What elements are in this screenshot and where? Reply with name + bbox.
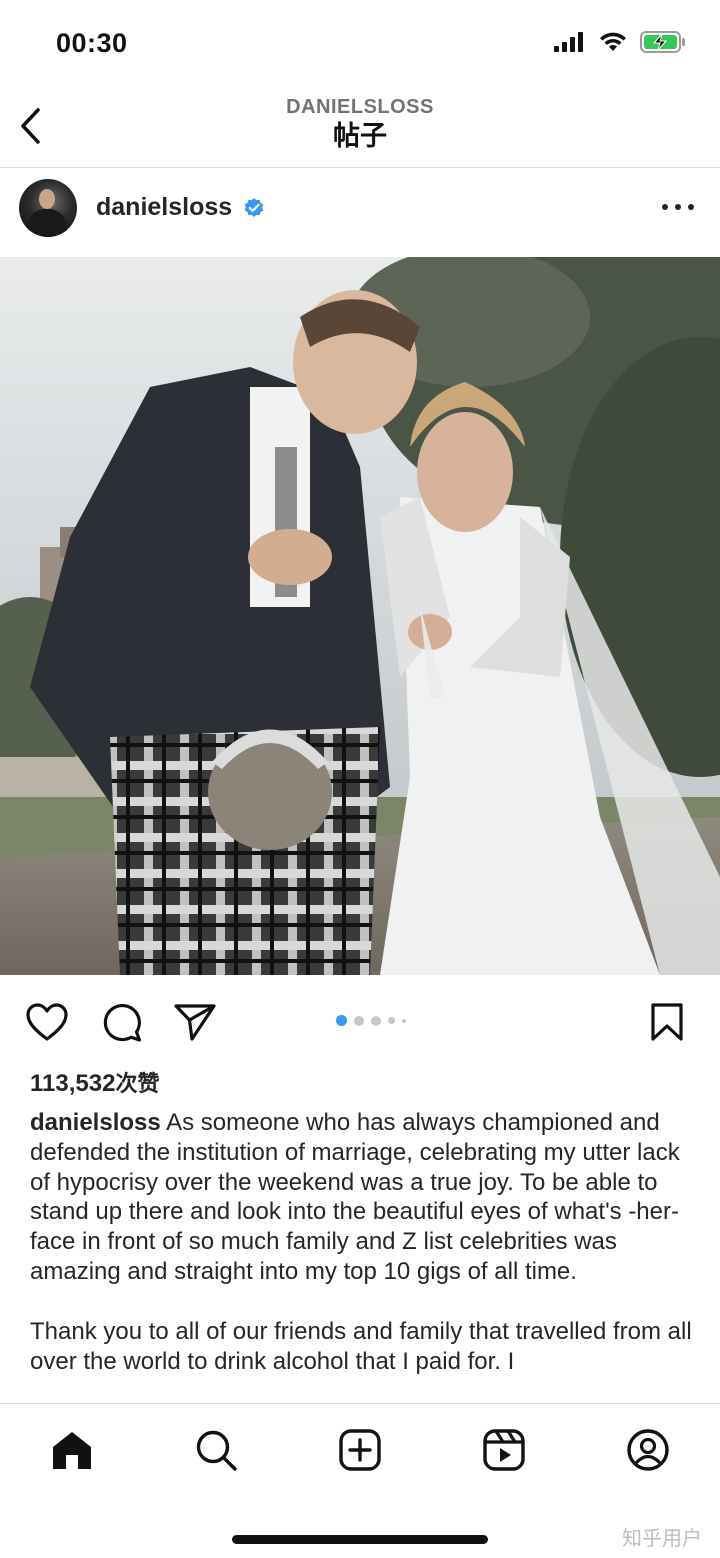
more-options-button[interactable] bbox=[662, 197, 694, 217]
search-icon bbox=[196, 1430, 237, 1471]
likes-number: 113,532 bbox=[30, 1070, 116, 1097]
reels-icon bbox=[483, 1429, 525, 1471]
wifi-icon bbox=[600, 32, 626, 51]
likes-count[interactable]: 113,532次赞 bbox=[30, 1066, 159, 1098]
more-dot bbox=[688, 204, 694, 210]
caption-username[interactable]: danielsloss bbox=[30, 1109, 161, 1136]
caption-text: Thank you to all of our friends and fami… bbox=[30, 1317, 692, 1375]
page-title: 帖子 bbox=[333, 121, 387, 152]
tab-profile[interactable] bbox=[624, 1426, 672, 1474]
share-button[interactable] bbox=[172, 999, 218, 1045]
watermark: 知乎用户 bbox=[622, 1526, 702, 1550]
carousel-dot-active bbox=[336, 1015, 347, 1026]
tab-home[interactable] bbox=[48, 1426, 96, 1474]
caption-container: danielsloss As someone who has always ch… bbox=[0, 1100, 720, 1403]
post-username[interactable]: danielsloss bbox=[96, 193, 232, 222]
likes-unit: 次赞 bbox=[115, 1072, 160, 1097]
post-caption: danielsloss As someone who has always ch… bbox=[30, 1108, 695, 1403]
tab-create[interactable] bbox=[336, 1426, 384, 1474]
bottom-tab-bar: 知乎用户 bbox=[0, 1403, 720, 1558]
status-icons bbox=[554, 30, 686, 54]
post-image[interactable] bbox=[0, 257, 720, 975]
heart-icon bbox=[26, 1003, 68, 1041]
plus-square-icon bbox=[339, 1429, 381, 1471]
profile-icon bbox=[627, 1429, 669, 1471]
carousel-indicator bbox=[336, 1015, 406, 1026]
home-icon bbox=[53, 1432, 91, 1469]
more-dot bbox=[662, 204, 668, 210]
nav-subtitle: DANIELSLOSS bbox=[286, 96, 434, 118]
caption-paragraph: danielsloss As someone who has always ch… bbox=[30, 1108, 695, 1287]
nav-titles: DANIELSLOSS 帖子 bbox=[0, 94, 720, 154]
home-indicator[interactable] bbox=[232, 1535, 488, 1544]
nav-header: DANIELSLOSS 帖子 bbox=[0, 90, 720, 168]
comment-button[interactable] bbox=[99, 999, 145, 1045]
more-dot bbox=[675, 204, 681, 210]
verified-badge-icon bbox=[244, 198, 264, 217]
save-button[interactable] bbox=[644, 999, 690, 1045]
send-icon bbox=[174, 1004, 216, 1041]
carousel-dot bbox=[371, 1015, 381, 1026]
carousel-dot bbox=[402, 1018, 406, 1023]
battery-charging-icon bbox=[640, 31, 685, 53]
status-bar: 00:30 bbox=[0, 0, 720, 90]
like-button[interactable] bbox=[24, 999, 70, 1045]
post-header: danielsloss bbox=[0, 169, 720, 257]
tab-reels[interactable] bbox=[480, 1426, 528, 1474]
comment-icon bbox=[103, 1003, 142, 1042]
bookmark-icon bbox=[651, 1003, 683, 1041]
wedding-photo bbox=[0, 257, 720, 975]
post-action-bar bbox=[0, 995, 720, 1049]
cellular-signal-icon bbox=[554, 32, 583, 52]
carousel-dot bbox=[388, 1017, 395, 1024]
status-time: 00:30 bbox=[56, 28, 128, 58]
tab-search[interactable] bbox=[192, 1426, 240, 1474]
avatar[interactable] bbox=[19, 179, 77, 237]
caption-paragraph: Thank you to all of our friends and fami… bbox=[30, 1317, 695, 1377]
carousel-dot bbox=[354, 1015, 364, 1026]
